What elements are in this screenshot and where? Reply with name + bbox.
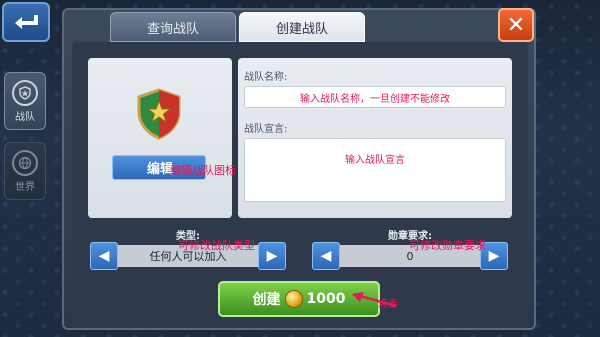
close-icon: ✕ xyxy=(506,12,526,38)
team-emblem-icon xyxy=(137,88,181,140)
medal-prev-button[interactable]: ◀ xyxy=(312,242,340,270)
chevron-right-icon: ▶ xyxy=(488,248,500,264)
shield-icon xyxy=(12,79,38,106)
side-tab-world[interactable]: 世界 xyxy=(4,142,46,200)
emblem-card xyxy=(88,58,232,218)
team-name-input[interactable]: 输入战队名称，一旦创建不能修改 xyxy=(244,86,506,108)
tab-search-team[interactable]: 查询战队 xyxy=(110,12,236,42)
coin-icon xyxy=(284,290,303,308)
side-tab-team[interactable]: 战队 xyxy=(4,72,46,130)
chevron-left-icon: ◀ xyxy=(320,248,332,264)
team-name-label: 战队名称: xyxy=(244,72,288,83)
type-next-button[interactable]: ▶ xyxy=(258,242,286,270)
chevron-left-icon: ◀ xyxy=(98,248,110,264)
type-prev-button[interactable]: ◀ xyxy=(90,242,118,270)
team-name-placeholder: 输入战队名称，一旦创建不能修改 xyxy=(300,93,450,105)
medal-selector-hint: 可修改勋章要求 xyxy=(409,239,486,252)
tab-create-team[interactable]: 创建战队 xyxy=(239,12,365,42)
side-tab-label: 战队 xyxy=(15,111,35,123)
back-arrow-icon xyxy=(15,15,38,29)
create-button-label: 创建 xyxy=(252,292,281,308)
edit-emblem-hint: 编辑战队图标 xyxy=(170,164,236,177)
create-button-hint: 点击 xyxy=(378,299,398,310)
globe-icon xyxy=(12,149,38,176)
team-declaration-input[interactable]: 输入战队宣言 xyxy=(244,138,506,202)
chevron-right-icon: ▶ xyxy=(266,248,278,264)
back-button[interactable] xyxy=(2,2,50,42)
type-selector-hint: 可修改战队类型 xyxy=(178,239,255,252)
team-declaration-placeholder: 输入战队宣言 xyxy=(345,155,405,166)
create-button-cost: 1000 xyxy=(306,291,346,307)
close-button[interactable]: ✕ xyxy=(498,8,534,42)
team-declaration-label: 战队宣言: xyxy=(244,124,288,135)
side-tab-label: 世界 xyxy=(15,181,35,193)
